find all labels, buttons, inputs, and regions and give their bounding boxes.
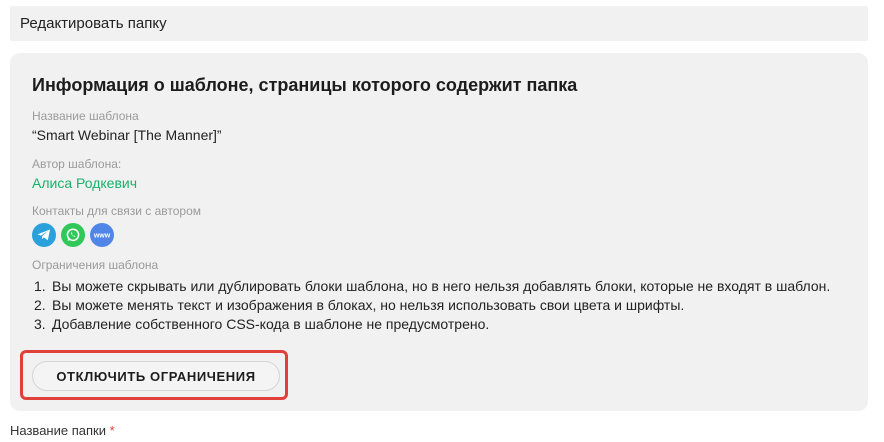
website-glyph: www	[93, 233, 111, 240]
contacts-row: www	[32, 223, 114, 247]
author-link[interactable]: Алиса Родкевич	[32, 175, 137, 191]
restriction-item: Добавление собственного CSS-кода в шабло…	[34, 315, 490, 334]
restrictions-label: Ограничения шаблона	[32, 258, 159, 272]
website-icon-text: www	[93, 233, 111, 240]
contacts-label: Контакты для связи с автором	[32, 204, 202, 218]
whatsapp-icon[interactable]	[61, 223, 85, 247]
page-title: Редактировать папку	[20, 15, 167, 32]
page-header: Редактировать папку	[10, 6, 868, 41]
restrictions-list: Вы можете скрывать или дублировать блоки…	[32, 277, 842, 334]
restriction-item: Вы можете менять текст и изображения в б…	[34, 296, 685, 315]
folder-name-label: Название папки *	[10, 423, 115, 438]
telegram-glyph	[37, 229, 50, 241]
website-icon[interactable]: www	[90, 223, 114, 247]
template-name-value: “Smart Webinar [The Manner]”	[32, 127, 222, 143]
author-label: Автор шаблона:	[32, 157, 122, 171]
disable-restrictions-button[interactable]: ОТКЛЮЧИТЬ ОГРАНИЧЕНИЯ	[32, 361, 280, 391]
telegram-icon[interactable]	[32, 223, 56, 247]
template-name-label: Название шаблона	[32, 109, 139, 123]
folder-name-label-text: Название папки	[10, 423, 106, 438]
required-mark: *	[109, 423, 115, 438]
card-title: Информация о шаблоне, страницы которого …	[32, 75, 578, 95]
restriction-item: Вы можете скрывать или дублировать блоки…	[34, 277, 831, 296]
whatsapp-glyph	[66, 228, 80, 242]
template-info-card: Информация о шаблоне, страницы которого …	[10, 53, 868, 411]
